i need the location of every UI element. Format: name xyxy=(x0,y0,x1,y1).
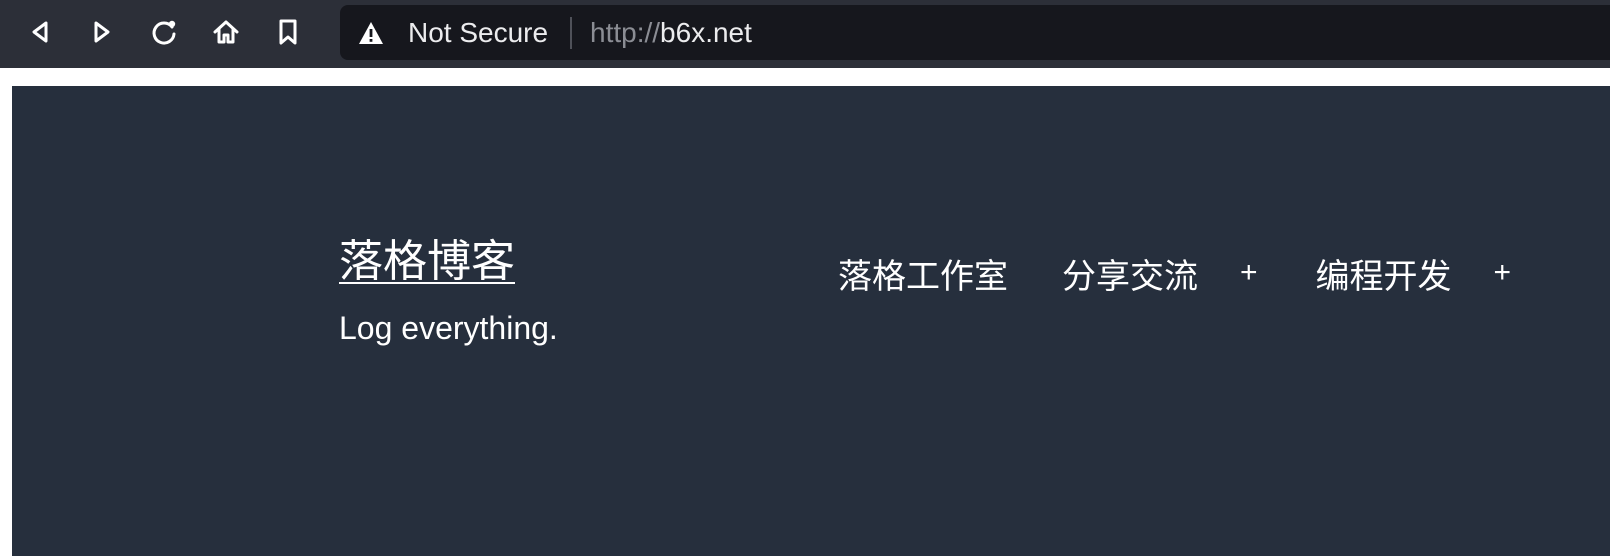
home-button[interactable] xyxy=(208,14,244,50)
address-divider xyxy=(570,17,572,49)
page-viewport: 落格博客 Log everything. 落格工作室 分享交流 + 编程开发 + xyxy=(12,86,1610,556)
warning-icon xyxy=(359,22,383,44)
back-button[interactable] xyxy=(22,14,58,50)
security-label[interactable]: Not Secure xyxy=(408,18,548,48)
bookmark-icon xyxy=(279,19,297,45)
forward-button[interactable] xyxy=(84,14,120,50)
site-title-link[interactable]: 落格博客 xyxy=(339,234,515,290)
reload-icon xyxy=(152,20,176,45)
back-icon xyxy=(32,21,48,43)
nav-expand-dev-button[interactable]: + xyxy=(1494,256,1512,290)
bookmark-button[interactable] xyxy=(270,14,306,50)
nav-item-studio[interactable]: 落格工作室 xyxy=(838,249,1008,298)
address-bar[interactable]: Not Secure http://b6x.net xyxy=(340,5,1610,60)
nav-item-dev[interactable]: 编程开发 xyxy=(1316,249,1452,298)
nav-expand-share-button[interactable]: + xyxy=(1240,256,1258,290)
forward-icon xyxy=(94,21,110,43)
nav-item-share[interactable]: 分享交流 xyxy=(1062,249,1198,298)
url-text[interactable]: http://b6x.net xyxy=(590,18,752,48)
browser-toolbar: Not Secure http://b6x.net xyxy=(0,0,1610,68)
home-icon xyxy=(213,20,239,44)
url-scheme: http:// xyxy=(590,17,661,48)
site-tagline: Log everything. xyxy=(339,310,558,346)
main-nav: 落格工作室 分享交流 + 编程开发 + xyxy=(838,248,1511,298)
reload-button[interactable] xyxy=(146,14,182,50)
url-host: b6x.net xyxy=(660,17,752,48)
